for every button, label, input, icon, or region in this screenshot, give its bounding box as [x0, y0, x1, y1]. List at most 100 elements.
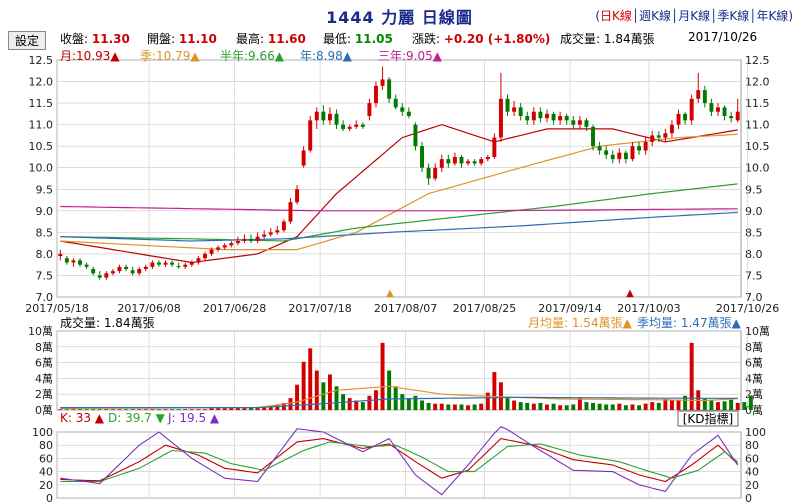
- candle-body: [709, 103, 714, 112]
- kd-y-tick-left: 100: [32, 426, 53, 439]
- candle-body: [367, 103, 372, 117]
- volume-bar: [505, 398, 510, 410]
- volume-bar: [124, 409, 129, 410]
- kd-y-tick-left: 20: [39, 479, 53, 492]
- candle-body: [163, 262, 168, 265]
- ma-half-legend: 半年:9.66▲: [220, 47, 284, 64]
- kd-y-tick-right: 60: [745, 452, 759, 465]
- volume-bar: [479, 403, 484, 410]
- candle-body: [58, 253, 63, 257]
- price-y-tick-left: 8.5: [36, 226, 54, 239]
- candle-body: [288, 202, 293, 222]
- period-link-week[interactable]: 週K線: [639, 9, 671, 23]
- candle-body: [229, 243, 234, 246]
- candle-body: [209, 249, 214, 254]
- candle-body: [571, 120, 576, 125]
- price-y-tick-right: 12.5: [745, 54, 770, 67]
- volume-bar: [71, 409, 76, 410]
- ma-year-legend: 年:8.98▲: [300, 47, 352, 64]
- candle-body: [130, 270, 135, 274]
- price-x-tick: 2017/08/25: [453, 302, 516, 315]
- volume-bar: [729, 399, 734, 410]
- period-link-year[interactable]: 年K線: [756, 9, 788, 23]
- kd-d-value: D: 39.7 ▼: [108, 411, 166, 425]
- candle-body: [446, 159, 451, 164]
- volume-bar: [420, 400, 424, 410]
- volume-bar: [512, 400, 517, 410]
- candle-body: [222, 245, 227, 248]
- candle-body: [696, 90, 701, 99]
- change-label: 漲跌:: [412, 32, 441, 46]
- price-y-tick-right: 10.5: [745, 140, 770, 153]
- candle-body: [479, 159, 484, 164]
- candle-body: [498, 98, 503, 138]
- candle-body: [91, 268, 96, 274]
- volume-bar: [137, 409, 142, 410]
- candle-body: [393, 98, 398, 108]
- candle-body: [347, 126, 352, 129]
- price-y-tick-left: 10.5: [29, 140, 54, 153]
- candle-body: [472, 161, 477, 164]
- ma-quarter-value: 10.79: [156, 49, 191, 63]
- price-x-tick: 2017/05/18: [25, 302, 88, 315]
- candle-body: [617, 152, 622, 160]
- volume-bar: [630, 404, 635, 410]
- volume-bar: [58, 409, 63, 410]
- candle-body: [170, 262, 175, 265]
- candle-body: [676, 113, 681, 125]
- candle-body: [558, 116, 563, 121]
- candle-body: [492, 137, 497, 157]
- price-y-tick-left: 12.0: [29, 76, 54, 89]
- volume-value: 1.84萬張: [603, 32, 655, 46]
- candle-body: [551, 113, 556, 121]
- volume-bar: [716, 402, 720, 410]
- ma-month-legend: 月:10.93▲: [60, 47, 120, 64]
- volume-bar: [643, 403, 648, 410]
- period-links: (日K線│週K線│月K線│季K線│年K線): [595, 9, 793, 23]
- header-bar: 1444 力麗 日線圖 (日K線│週K線│月K線│季K線│年K線): [0, 0, 799, 27]
- candle-body: [308, 120, 313, 151]
- volume-bar: [735, 402, 740, 410]
- ma-quarter-legend: 季:10.79▲: [140, 47, 200, 64]
- candle-body: [117, 266, 122, 272]
- candle-body: [235, 240, 240, 244]
- volume-bar: [558, 405, 563, 410]
- candle-body: [439, 159, 444, 168]
- candle-body: [729, 116, 734, 119]
- quote-change: 漲跌: +0.20 (+1.80%): [412, 30, 550, 47]
- volume-bar: [189, 409, 194, 410]
- volume-y-tick-left: 4萬: [35, 372, 53, 385]
- period-link-quarter[interactable]: 季K線: [717, 9, 749, 23]
- candle-body: [268, 232, 273, 235]
- ma-half-arrow: ▲: [274, 49, 284, 63]
- volume-quarter-avg: 季均量: 1.47萬張▲: [637, 316, 742, 330]
- volume-bar: [669, 400, 674, 410]
- volume-bar: [623, 405, 628, 410]
- candle-body: [360, 124, 365, 127]
- period-link-month[interactable]: 月K線: [678, 9, 710, 23]
- volume-y-tick-left: 0萬: [35, 404, 53, 417]
- ma-three-year-value: 9.05: [406, 49, 433, 63]
- candle-body: [597, 146, 602, 151]
- volume-y-tick-left: 2萬: [35, 388, 53, 401]
- volume-bar: [347, 398, 352, 410]
- volume-bar: [748, 395, 753, 410]
- price-y-tick-left: 7.5: [36, 269, 54, 282]
- volume-bar: [288, 398, 293, 410]
- price-y-tick-left: 9.0: [36, 205, 54, 218]
- candle-body: [196, 258, 201, 263]
- volume-bar: [637, 405, 642, 410]
- volume-bar: [295, 384, 300, 410]
- candle-body: [518, 107, 523, 117]
- change-value: +0.20 (+1.80%): [443, 32, 551, 46]
- settings-button[interactable]: 設定: [8, 31, 46, 50]
- volume-bar: [203, 409, 207, 410]
- candle-body: [189, 262, 194, 265]
- period-link-day[interactable]: 日K線: [600, 9, 632, 23]
- volume-bar: [170, 409, 175, 410]
- volume-bar: [518, 402, 523, 410]
- candle-body: [262, 234, 267, 237]
- price-y-tick-right: 12.0: [745, 76, 770, 89]
- candle-body: [327, 113, 332, 121]
- candle-body: [406, 111, 411, 117]
